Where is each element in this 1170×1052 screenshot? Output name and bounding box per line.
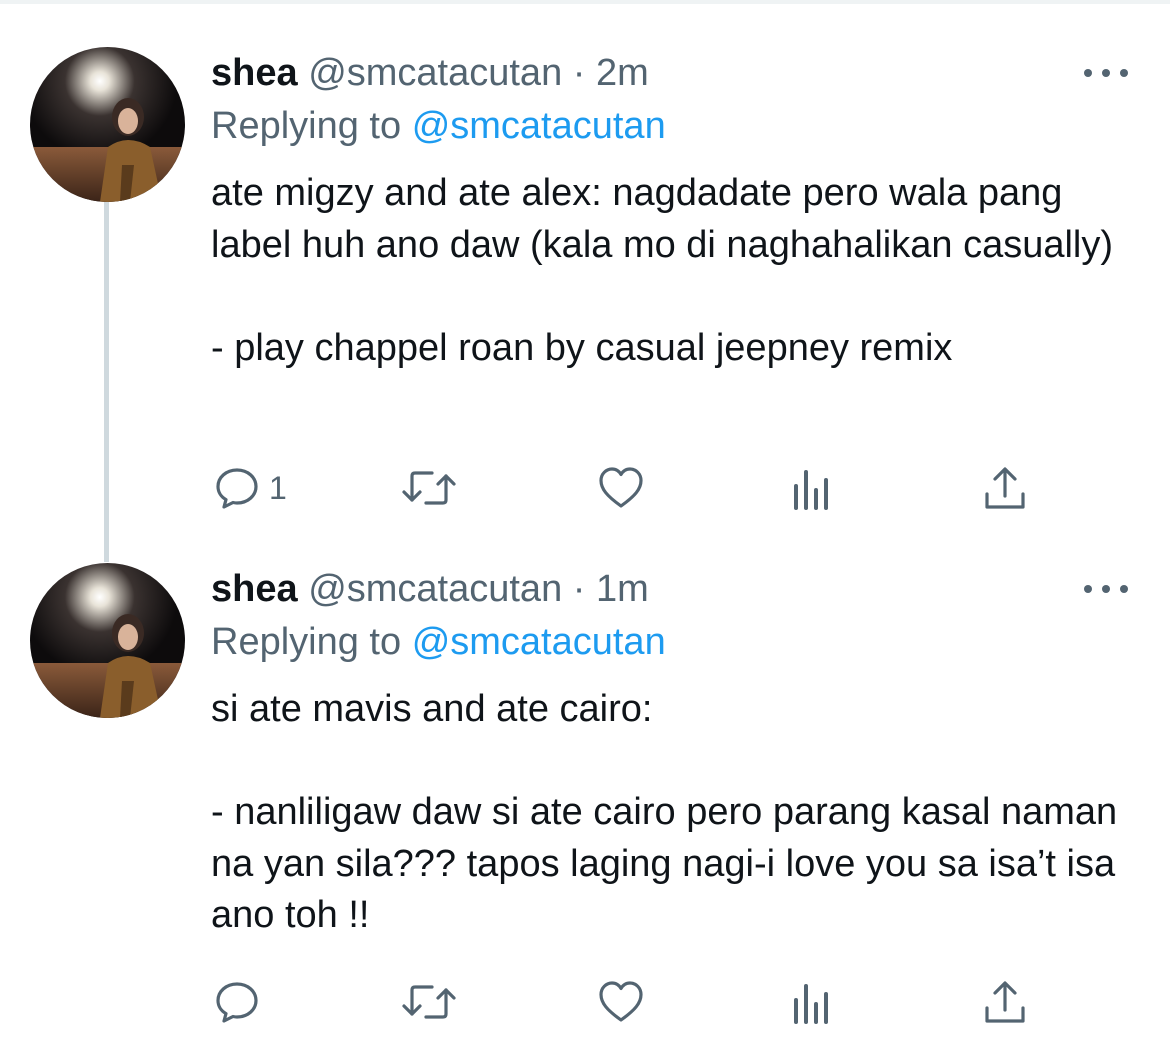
tweet-paragraph: - nanliligaw daw si ate cairo pero paran… [211, 791, 1128, 936]
replying-to: Replying to @smcatacutan [211, 103, 666, 149]
username[interactable]: @smcatacutan [308, 568, 562, 610]
separator-dot: · [572, 568, 586, 610]
retweet-button[interactable] [400, 458, 458, 518]
tweet[interactable]: shea @smcatacutan · 1m Replying to @smca… [0, 520, 1170, 1052]
tweet-text: ate migzy and ate alex: nagdadate pero w… [211, 168, 1141, 374]
analytics-button[interactable] [792, 972, 834, 1032]
tweet-header: shea @smcatacutan · 2m [211, 50, 649, 96]
timestamp[interactable]: 2m [596, 52, 649, 94]
like-button[interactable] [597, 458, 645, 518]
reply-button[interactable]: 1 [213, 458, 287, 518]
timestamp[interactable]: 1m [596, 568, 649, 610]
replying-to: Replying to @smcatacutan [211, 619, 666, 665]
tweet-text: si ate mavis and ate cairo: - nanliligaw… [211, 684, 1141, 942]
share-button[interactable] [983, 972, 1027, 1032]
analytics-icon [794, 984, 828, 1024]
share-button[interactable] [983, 458, 1027, 518]
reply-count: 1 [269, 469, 287, 506]
display-name[interactable]: shea [211, 568, 298, 610]
tweet-actions [0, 972, 1170, 1032]
replying-to-label: Replying to [211, 105, 402, 147]
retweet-icon [402, 471, 456, 505]
like-icon [599, 467, 643, 508]
mention-link[interactable]: @smcatacutan [412, 621, 666, 663]
like-icon [599, 981, 643, 1022]
share-icon [985, 981, 1025, 1023]
like-button[interactable] [597, 972, 645, 1032]
more-options-icon[interactable] [1084, 579, 1128, 599]
tweet[interactable]: shea @smcatacutan · 2m Replying to @smca… [0, 0, 1170, 562]
avatar[interactable] [30, 563, 185, 718]
retweet-icon [402, 985, 456, 1019]
reply-icon [216, 468, 258, 509]
username[interactable]: @smcatacutan [308, 52, 562, 94]
analytics-icon [794, 470, 828, 510]
analytics-button[interactable] [792, 458, 834, 518]
tweet-header: shea @smcatacutan · 1m [211, 566, 649, 612]
tweet-actions: 1 [0, 458, 1170, 518]
display-name[interactable]: shea [211, 52, 298, 94]
share-icon [985, 467, 1025, 509]
avatar[interactable] [30, 47, 185, 202]
mention-link[interactable]: @smcatacutan [412, 105, 666, 147]
tweet-paragraph [211, 271, 1141, 323]
tweet-paragraph: ate migzy and ate alex: nagdadate pero w… [211, 172, 1114, 266]
more-options-icon[interactable] [1084, 63, 1128, 83]
replying-to-label: Replying to [211, 621, 402, 663]
reply-icon [216, 982, 258, 1023]
tweet-paragraph: - play chappel roan by casual jeepney re… [211, 326, 953, 369]
retweet-button[interactable] [400, 972, 458, 1032]
tweet-paragraph [211, 736, 1141, 788]
tweet-paragraph: si ate mavis and ate cairo: [211, 688, 653, 730]
reply-button[interactable] [213, 972, 269, 1032]
separator-dot: · [572, 52, 586, 94]
